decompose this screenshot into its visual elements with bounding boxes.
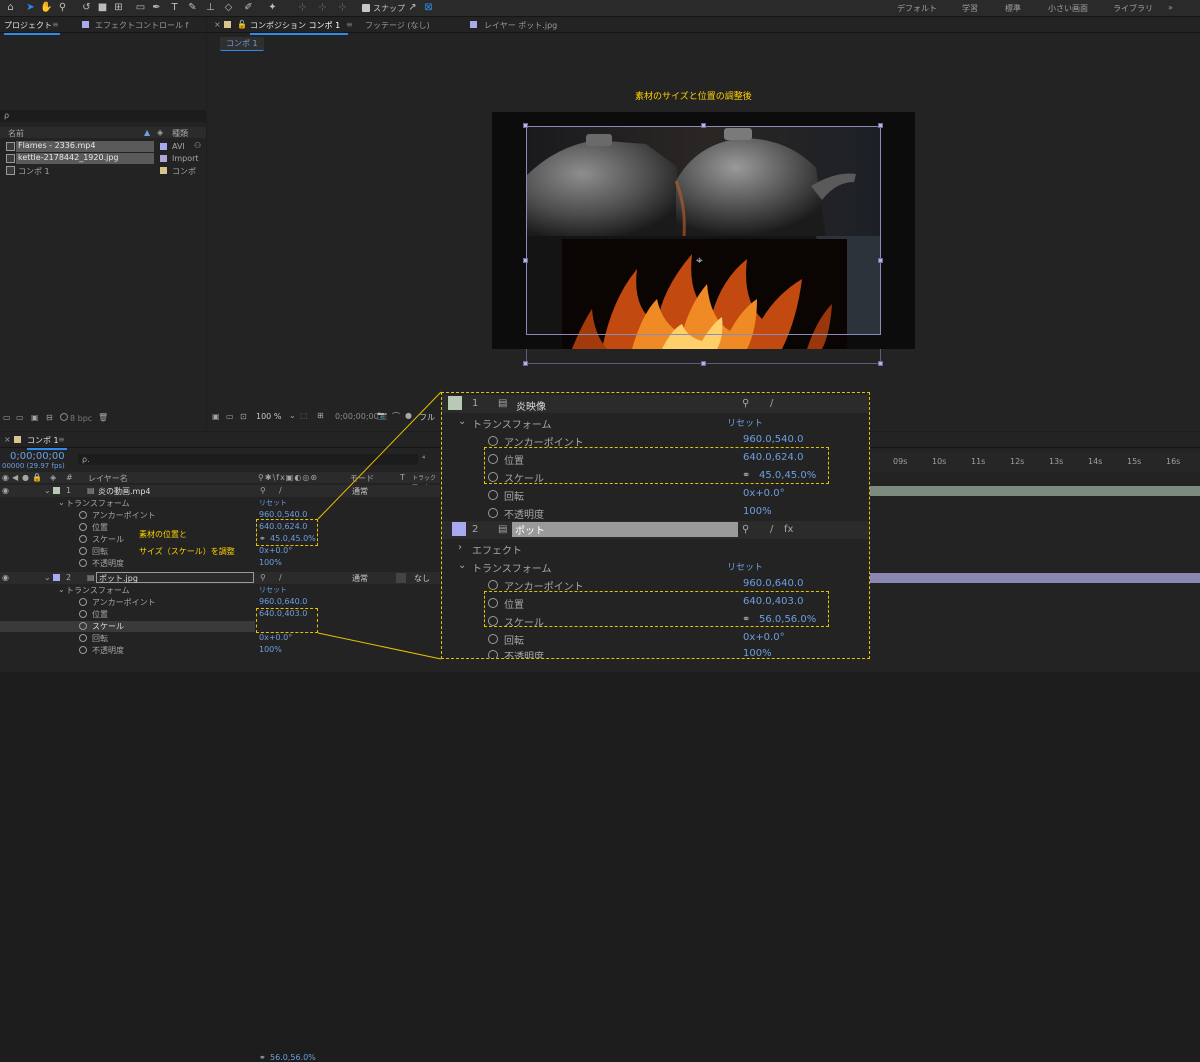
transform-label: トランスフォーム — [472, 420, 552, 431]
anchor-value[interactable]: 960.0,540.0 — [743, 434, 803, 445]
zoom-layer-1-row[interactable]: 1 ▤ 炎映像 ⚲ / — [442, 395, 869, 413]
video-file-icon: ▤ — [498, 398, 508, 409]
zoomed-callout: 1 ▤ 炎映像 ⚲ / ⌄ トランスフォーム リセット アンカーポイント 960… — [441, 392, 870, 659]
shy-switch-icon[interactable]: ⚲ — [742, 524, 749, 535]
highlight-zoom-layer2 — [484, 591, 829, 627]
layer-label-swatch[interactable] — [448, 396, 462, 410]
chevron-right-icon[interactable]: › — [458, 542, 462, 553]
zoom-transform-row[interactable]: ⌄ トランスフォーム リセット — [442, 557, 869, 575]
scale-value[interactable]: 56.0,56.0% — [270, 1053, 316, 1062]
highlight-zoom-layer1 — [484, 447, 829, 484]
rotation-value[interactable]: 0x+0.0° — [743, 488, 785, 499]
shy-switch-icon[interactable]: ⚲ — [742, 398, 749, 409]
layer-number: 2 — [472, 524, 479, 535]
zoom-transform-row[interactable]: ⌄ トランスフォーム リセット — [442, 413, 869, 431]
stopwatch-icon[interactable] — [488, 490, 498, 500]
stopwatch-icon[interactable] — [488, 580, 498, 590]
constrain-link-icon[interactable]: ⚭ — [259, 1053, 266, 1062]
layer-label-swatch[interactable] — [452, 522, 466, 536]
stopwatch-icon[interactable] — [488, 508, 498, 518]
chevron-down-icon[interactable]: ⌄ — [458, 416, 466, 427]
effects-label: エフェクト — [472, 546, 522, 557]
rotation-value[interactable]: 0x+0.0° — [743, 632, 785, 643]
stopwatch-icon[interactable] — [488, 436, 498, 446]
property-label: 不透明度 — [504, 652, 544, 659]
chevron-down-icon[interactable]: ⌄ — [458, 560, 466, 571]
opacity-value[interactable]: 100% — [743, 648, 772, 658]
layer-name[interactable]: ポット — [512, 522, 738, 537]
layer-number: 1 — [472, 398, 479, 409]
fx-icon[interactable]: fx — [784, 524, 793, 535]
transform-label: トランスフォーム — [472, 564, 552, 575]
zoom-property-row[interactable]: 回転 0x+0.0° — [442, 485, 869, 503]
quality-switch-icon[interactable]: / — [770, 398, 773, 409]
property-label: 回転 — [504, 492, 524, 503]
quality-switch-icon[interactable]: / — [770, 524, 773, 535]
stopwatch-icon[interactable] — [488, 650, 498, 658]
zoom-property-row[interactable]: 不透明度 100% — [442, 645, 869, 659]
stopwatch-icon[interactable] — [488, 634, 498, 644]
opacity-value[interactable]: 100% — [743, 506, 772, 517]
zoom-effects-row[interactable]: › エフェクト — [442, 539, 869, 557]
anchor-value[interactable]: 960.0,640.0 — [743, 578, 803, 589]
reset-link[interactable]: リセット — [727, 560, 763, 573]
image-file-icon: ▤ — [498, 524, 508, 535]
zoom-property-row[interactable]: 不透明度 100% — [442, 503, 869, 521]
zoom-layer-2-row[interactable]: 2 ▤ ポット ⚲ / fx — [442, 521, 869, 539]
layer-name[interactable]: 炎映像 — [516, 398, 546, 413]
property-label: 不透明度 — [504, 510, 544, 521]
reset-link[interactable]: リセット — [727, 416, 763, 429]
